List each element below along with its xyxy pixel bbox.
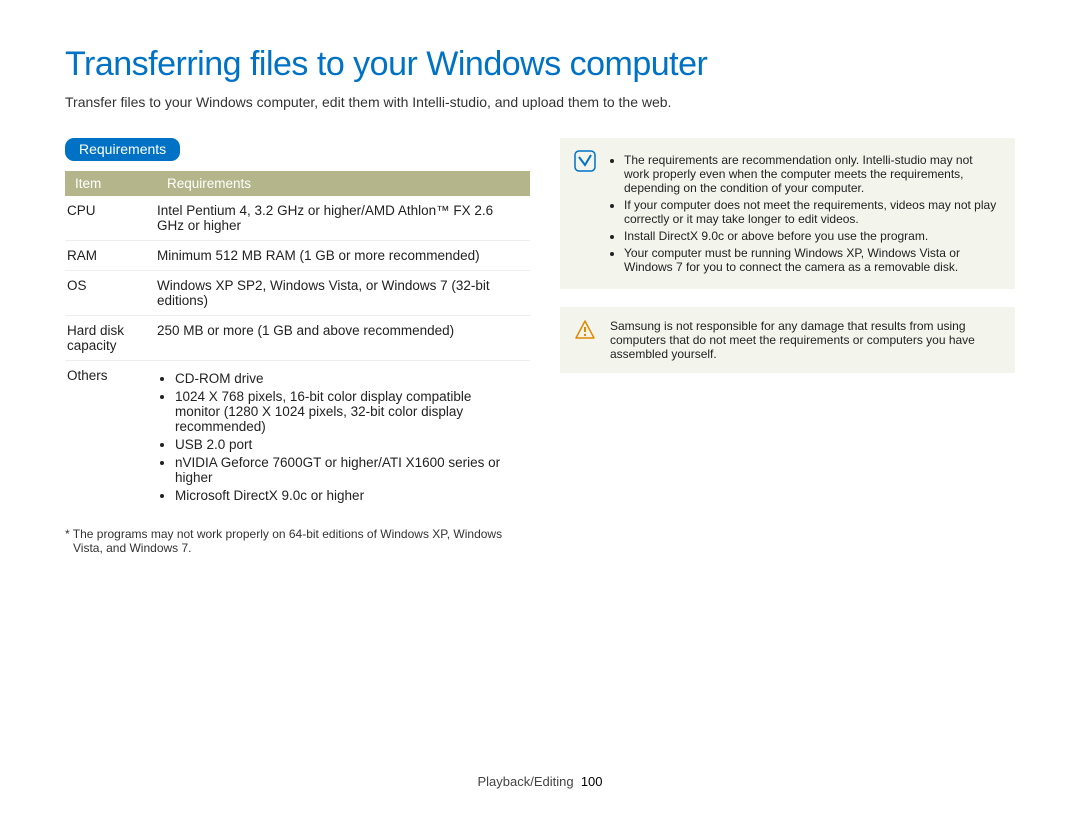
footer-section: Playback/Editing	[477, 774, 573, 789]
page-subtitle: Transfer files to your Windows computer,…	[65, 94, 1015, 110]
note-box: The requirements are recommendation only…	[560, 138, 1015, 289]
page-footer: Playback/Editing 100	[0, 774, 1080, 789]
warning-text: Samsung is not responsible for any damag…	[610, 319, 975, 361]
warning-icon	[574, 319, 596, 341]
list-item: USB 2.0 port	[175, 437, 520, 452]
note-item: If your computer does not meet the requi…	[624, 198, 999, 226]
table-row: CPU Intel Pentium 4, 3.2 GHz or higher/A…	[65, 196, 530, 241]
row-os-value: Windows XP SP2, Windows Vista, or Window…	[157, 271, 530, 316]
row-os-label: OS	[65, 271, 157, 316]
table-row: Hard disk capacity 250 MB or more (1 GB …	[65, 316, 530, 361]
requirements-table: Item Requirements CPU Intel Pentium 4, 3…	[65, 171, 530, 513]
table-row: RAM Minimum 512 MB RAM (1 GB or more rec…	[65, 241, 530, 271]
row-hdd-value: 250 MB or more (1 GB and above recommend…	[157, 316, 530, 361]
row-cpu-value: Intel Pentium 4, 3.2 GHz or higher/AMD A…	[157, 196, 530, 241]
note-item: Install DirectX 9.0c or above before you…	[624, 229, 999, 243]
warning-box: Samsung is not responsible for any damag…	[560, 307, 1015, 373]
list-item: nVIDIA Geforce 7600GT or higher/ATI X160…	[175, 455, 520, 485]
table-header-item: Item	[65, 171, 157, 196]
note-item: The requirements are recommendation only…	[624, 153, 999, 195]
row-others-label: Others	[65, 361, 157, 514]
row-others-list: CD-ROM drive 1024 X 768 pixels, 16-bit c…	[157, 371, 520, 503]
row-ram-value: Minimum 512 MB RAM (1 GB or more recomme…	[157, 241, 530, 271]
row-cpu-label: CPU	[65, 196, 157, 241]
table-header-req: Requirements	[157, 171, 530, 196]
row-ram-label: RAM	[65, 241, 157, 271]
note-item: Your computer must be running Windows XP…	[624, 246, 999, 274]
footer-page-number: 100	[581, 774, 603, 789]
row-hdd-label: Hard disk capacity	[65, 316, 157, 361]
list-item: CD-ROM drive	[175, 371, 520, 386]
page-title: Transferring files to your Windows compu…	[65, 45, 1015, 84]
section-label: Requirements	[65, 138, 180, 161]
table-row: OS Windows XP SP2, Windows Vista, or Win…	[65, 271, 530, 316]
list-item: Microsoft DirectX 9.0c or higher	[175, 488, 520, 503]
list-item: 1024 X 768 pixels, 16-bit color display …	[175, 389, 520, 434]
table-row: Others CD-ROM drive 1024 X 768 pixels, 1…	[65, 361, 530, 514]
note-icon	[574, 150, 596, 172]
footnote: * The programs may not work properly on …	[65, 527, 530, 555]
